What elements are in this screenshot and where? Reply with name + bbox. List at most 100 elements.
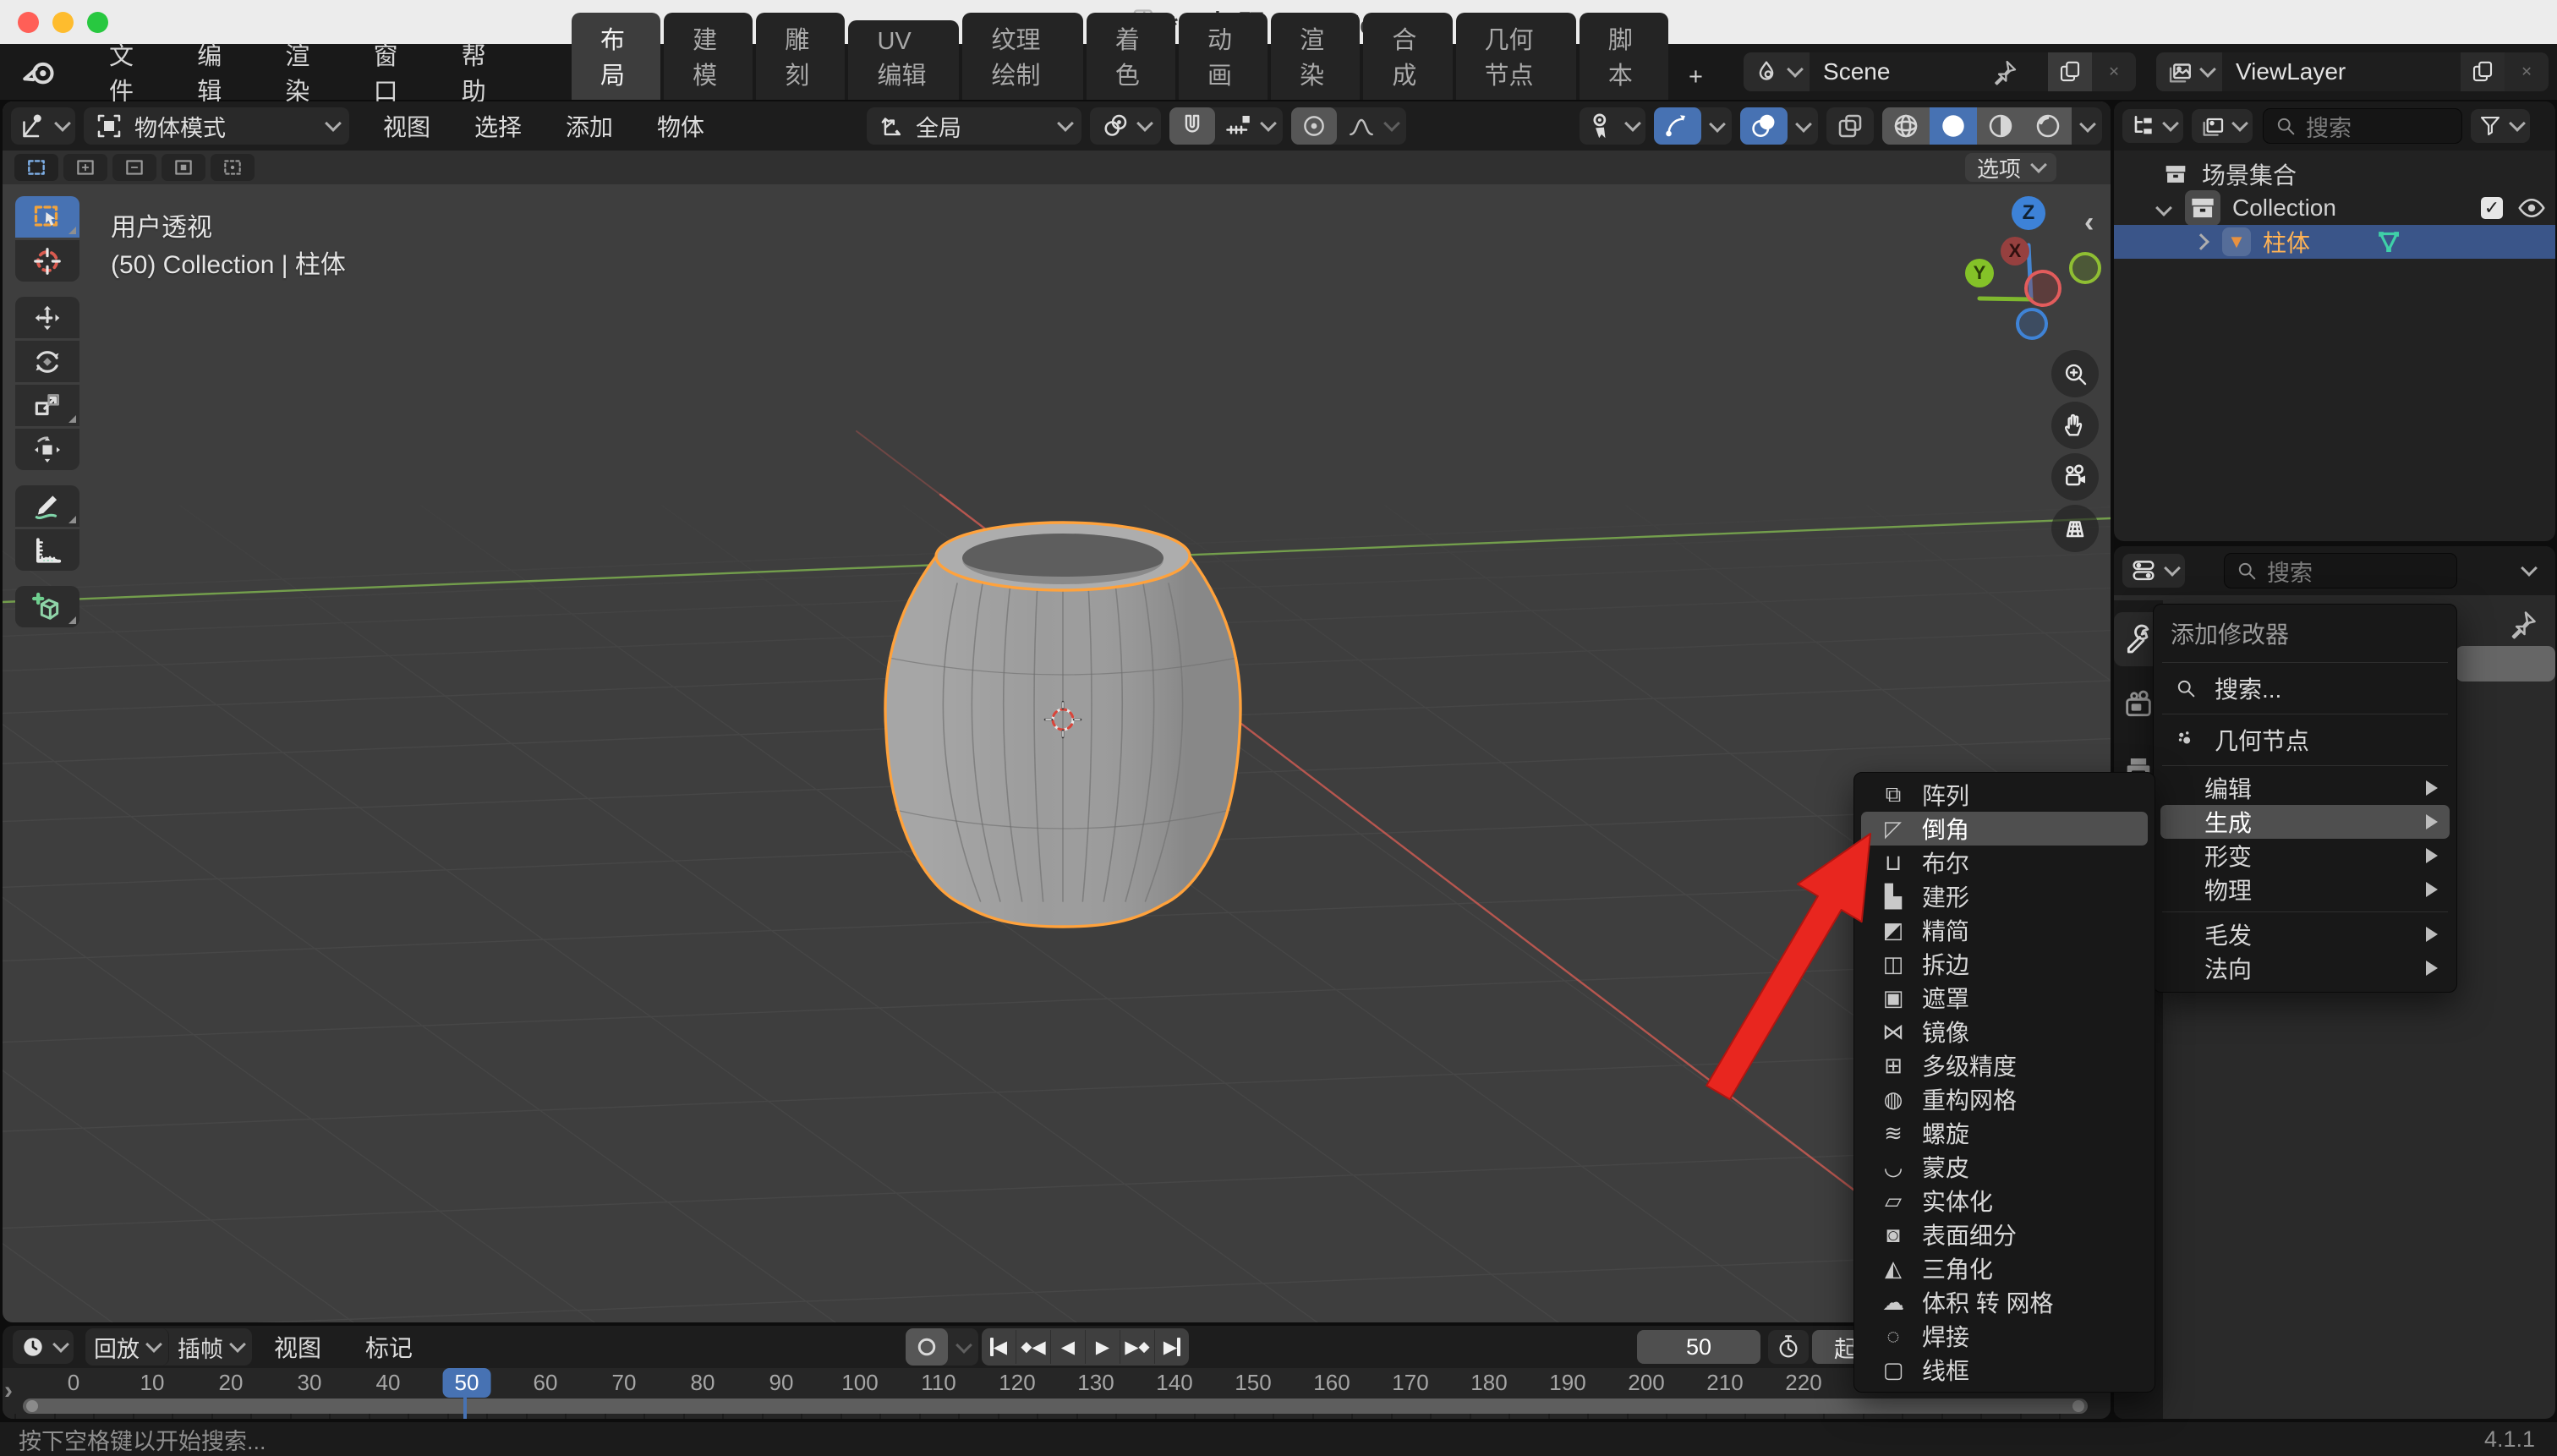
menu-item-geometry-nodes[interactable]: 几何节点 (2154, 720, 2456, 760)
menu-keying[interactable]: 插帧 (169, 1328, 252, 1366)
frame-tick-210[interactable]: 210 (1706, 1370, 1743, 1396)
frame-tick-220[interactable]: 220 (1785, 1370, 1821, 1396)
proportional-edit-toggle[interactable] (1291, 107, 1337, 145)
scene-name-field[interactable]: Scene (1810, 52, 2048, 91)
gizmo-z-axis[interactable]: Z (2012, 196, 2045, 230)
xray-toggle[interactable] (1826, 107, 1874, 145)
frame-tick-100[interactable]: 100 (841, 1370, 878, 1396)
outliner-filter-button[interactable] (2471, 109, 2530, 143)
jump-to-end-button[interactable]: ▶ (1155, 1330, 1189, 1364)
gizmo-x-axis[interactable]: X (2001, 237, 2029, 265)
viewlayer-name-field[interactable]: ViewLayer (2222, 52, 2461, 91)
current-frame-field[interactable]: 50 (1637, 1330, 1760, 1364)
add-modifier-button-partial[interactable] (2456, 646, 2555, 681)
frame-tick-110[interactable]: 110 (921, 1370, 955, 1396)
frame-tick-10[interactable]: 10 (140, 1370, 165, 1396)
frame-tick-200[interactable]: 200 (1628, 1370, 1664, 1396)
menu-view[interactable]: 视图 (252, 1330, 343, 1364)
viewport-canvas[interactable]: 用户透视 (50) Collection | 柱体 Z X Y (3, 184, 2111, 1322)
frame-tick-180[interactable]: 180 (1470, 1370, 1507, 1396)
auto-key-dropdown[interactable] (948, 1328, 978, 1366)
workspace-tab-几何节点[interactable]: 几何节点 (1456, 13, 1576, 100)
modifier-item-阵列[interactable]: ⧉阵列 (1861, 778, 2148, 812)
select-mode-subtract-button[interactable] (112, 154, 156, 181)
gizmo-x-neg-axis[interactable] (2024, 270, 2061, 307)
modifier-item-螺旋[interactable]: ≋螺旋 (1861, 1116, 2148, 1150)
proportional-falloff-button[interactable] (1337, 107, 1406, 145)
outliner-row-object[interactable]: ▼ 柱体 (2114, 225, 2555, 259)
minimize-window-button[interactable] (52, 12, 74, 33)
modifier-category-形变[interactable]: 形变 (2160, 839, 2450, 873)
blender-logo-icon[interactable] (22, 55, 58, 89)
modifier-category-毛发[interactable]: 毛发 (2160, 917, 2450, 951)
viewlayer-icon-button[interactable] (2156, 52, 2222, 91)
modifier-item-焊接[interactable]: ◌焊接 (1861, 1319, 2148, 1353)
overlays-dropdown[interactable] (1788, 107, 1818, 145)
viewport-menu-添加[interactable]: 添加 (544, 109, 635, 143)
object-visibility-button[interactable] (1580, 107, 1645, 145)
pivot-point-select[interactable] (1090, 107, 1161, 145)
modifier-item-精简[interactable]: ◩精简 (1861, 913, 2148, 947)
pan-view-button[interactable] (2051, 402, 2099, 449)
use-preview-range-button[interactable] (1768, 1330, 1809, 1364)
tool-add-primitive[interactable] (15, 586, 79, 627)
sidebar-collapse-chevron[interactable]: ‹ (2084, 206, 2094, 239)
editor-type-button[interactable] (11, 107, 75, 145)
collection-checkbox[interactable]: ✓ (2481, 197, 2503, 219)
snap-toggle[interactable] (1169, 107, 1215, 145)
outliner-search-input[interactable]: 搜索 (2263, 108, 2462, 144)
frame-tick-150[interactable]: 150 (1235, 1370, 1271, 1396)
topbar-menu-渲染[interactable]: 渲染 (256, 44, 344, 100)
frame-tick-120[interactable]: 120 (999, 1370, 1035, 1396)
modifier-item-蒙皮[interactable]: ◡蒙皮 (1861, 1150, 2148, 1184)
eye-icon[interactable] (2554, 227, 2555, 257)
auto-key-toggle[interactable] (906, 1328, 948, 1366)
tool-rotate[interactable] (15, 341, 79, 382)
frame-tick-20[interactable]: 20 (219, 1370, 244, 1396)
ortho-grid-button[interactable] (2051, 505, 2099, 552)
add-workspace-button[interactable]: + (1672, 56, 1720, 100)
menu-item-search[interactable]: 搜索... (2154, 668, 2456, 709)
tool-move[interactable] (15, 297, 79, 338)
mode-select[interactable]: 物体模式 (84, 107, 349, 145)
zoom-window-button[interactable] (87, 12, 108, 33)
modifier-item-线框[interactable]: ▢线框 (1861, 1353, 2148, 1387)
select-mode-extend-button[interactable] (63, 154, 107, 181)
shading-material-button[interactable] (1977, 107, 2024, 145)
menu-playback[interactable]: 回放 (85, 1328, 169, 1366)
gizmo-y-axis[interactable]: Y (1965, 259, 1994, 287)
frame-tick-170[interactable]: 170 (1392, 1370, 1428, 1396)
frame-tick-40[interactable]: 40 (376, 1370, 401, 1396)
show-gizmo-toggle[interactable] (1654, 107, 1701, 145)
frame-tick-190[interactable]: 190 (1549, 1370, 1585, 1396)
outliner-filter-type-button[interactable] (2192, 109, 2253, 143)
previous-keyframe-button[interactable]: ◆◀ (1016, 1330, 1051, 1364)
pin-icon[interactable] (2508, 609, 2538, 639)
playhead[interactable] (463, 1397, 467, 1419)
frame-tick-0[interactable]: 0 (68, 1370, 79, 1396)
tool-select-box[interactable] (15, 196, 79, 238)
tool-annotate[interactable] (15, 485, 79, 527)
modifier-category-法向[interactable]: 法向 (2160, 951, 2450, 985)
properties-editor-type-button[interactable] (2122, 554, 2185, 588)
options-button[interactable]: 选项 (1965, 153, 2056, 182)
frame-tick-30[interactable]: 30 (298, 1370, 322, 1396)
frame-tick-90[interactable]: 90 (769, 1370, 794, 1396)
viewport-menu-选择[interactable]: 选择 (452, 109, 544, 143)
workspace-tab-布局[interactable]: 布局 (572, 13, 660, 100)
frame-tick-60[interactable]: 60 (534, 1370, 558, 1396)
workspace-tab-着色[interactable]: 着色 (1087, 13, 1175, 100)
frame-tick-140[interactable]: 140 (1156, 1370, 1192, 1396)
shading-dropdown[interactable] (2072, 107, 2102, 145)
modifier-item-拆边[interactable]: ◫拆边 (1861, 947, 2148, 981)
viewport-menu-物体[interactable]: 物体 (635, 109, 726, 143)
outliner-row-collection[interactable]: Collection ✓ (2114, 191, 2555, 225)
workspace-tab-合成[interactable]: 合成 (1363, 13, 1452, 100)
properties-search-input[interactable]: 搜索 (2224, 553, 2457, 588)
scene-new-copy-button[interactable] (2048, 52, 2092, 91)
frame-tick-70[interactable]: 70 (612, 1370, 637, 1396)
viewlayer-remove-button[interactable]: ✕ (2505, 52, 2549, 91)
shading-solid-button[interactable] (1930, 107, 1977, 145)
gizmo-y-neg-axis[interactable] (2069, 252, 2101, 284)
topbar-menu-文件[interactable]: 文件 (80, 44, 168, 100)
